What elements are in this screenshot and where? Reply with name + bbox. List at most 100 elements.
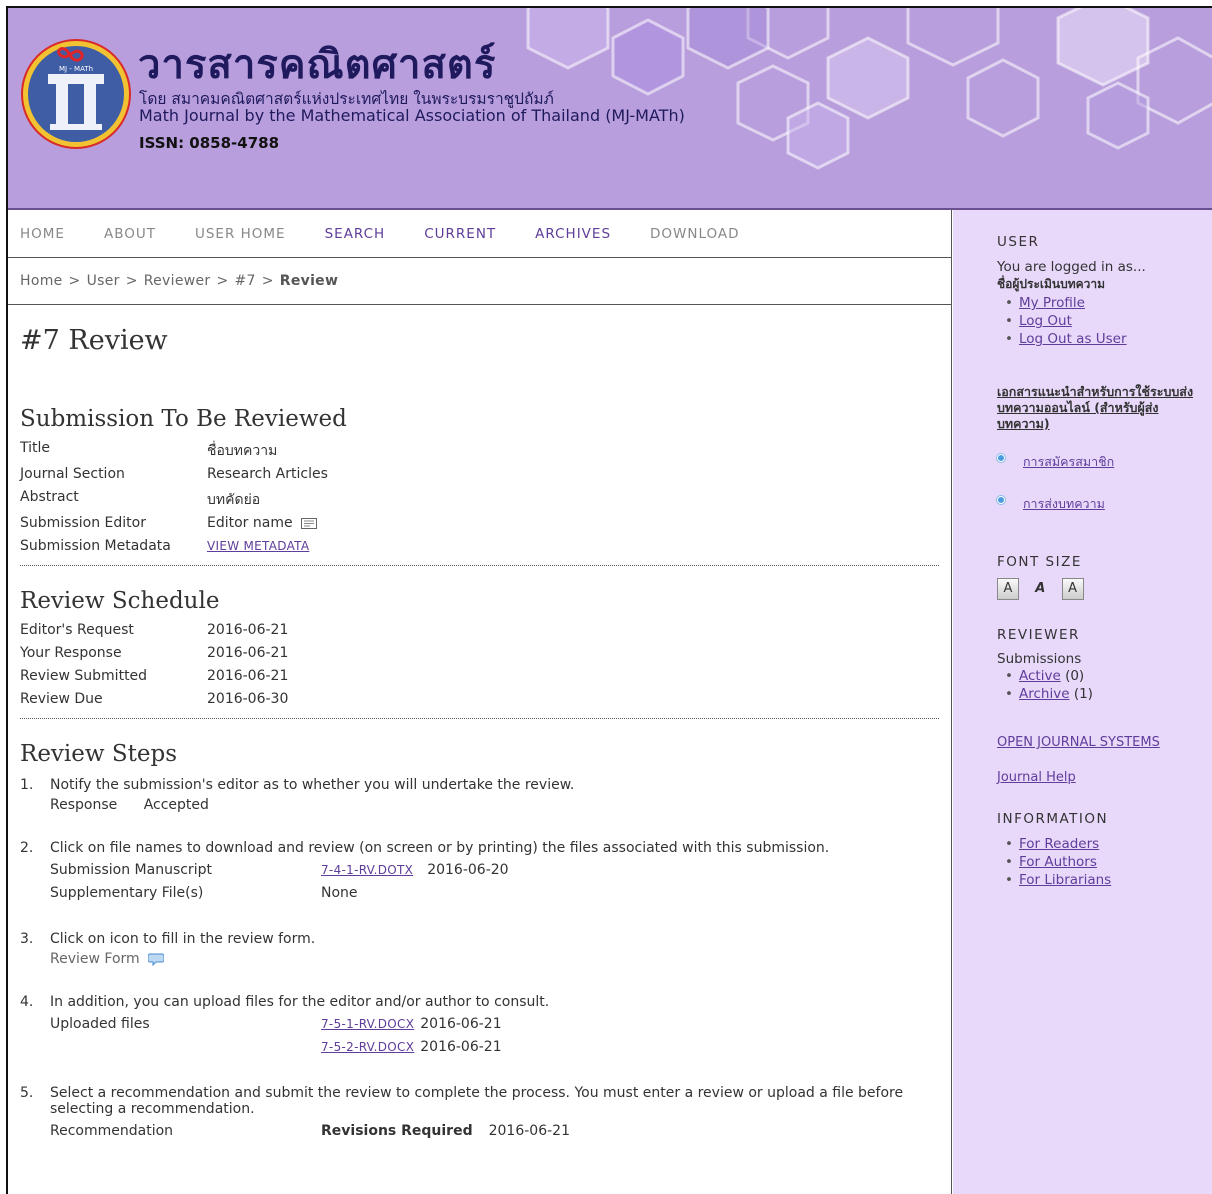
font-larger-icon[interactable]: A [1061, 578, 1084, 600]
nav-download[interactable]: DOWNLOAD [650, 226, 740, 242]
page-frame: MJ - MATh วารสารคณิตศาสตร์ โดย สมาคมคณิต… [6, 6, 1212, 1194]
row-value: 2016-06-21 [207, 668, 289, 684]
list-item: Archive (1) [1005, 685, 1212, 703]
main-content: HOME ABOUT USER HOME SEARCH CURRENT ARCH… [8, 210, 952, 1194]
nav-user-home[interactable]: USER HOME [195, 226, 286, 242]
logged-in-text: You are logged in as... [997, 259, 1146, 275]
submission-heading: Submission To Be Reviewed [20, 406, 347, 432]
journal-help-link[interactable]: Journal Help [997, 770, 1076, 785]
for-authors-link[interactable]: For Authors [1019, 854, 1097, 870]
font-default-icon[interactable]: A [1029, 579, 1051, 601]
table-row: Abstract บทคัดย่อ [20, 487, 328, 513]
row-value: Editor name [207, 513, 328, 536]
breadcrumb-home[interactable]: Home [20, 273, 63, 289]
sidebar: USER You are logged in as... ชื่อผู้ประเ… [953, 210, 1212, 1194]
list-item: For Readers [1005, 835, 1212, 853]
bullet-icon [997, 454, 1005, 462]
recommendation-value: Revisions Required [321, 1122, 473, 1139]
schedule-heading: Review Schedule [20, 588, 220, 614]
breadcrumb-submission[interactable]: #7 [235, 273, 256, 289]
row-value: 2016-06-30 [207, 691, 289, 707]
email-icon[interactable] [301, 517, 318, 529]
uploaded-files-label: Uploaded files [50, 1015, 150, 1032]
breadcrumb-current[interactable]: Review [280, 273, 338, 289]
nav-archives[interactable]: ARCHIVES [535, 226, 611, 242]
log-out-as-user-link[interactable]: Log Out as User [1019, 331, 1127, 347]
uploaded-file-link[interactable]: 7-5-2-RV.DOCX [321, 1040, 414, 1054]
breadcrumb-reviewer[interactable]: Reviewer [144, 273, 211, 289]
recommendation-label: Recommendation [50, 1122, 174, 1139]
active-link[interactable]: Active [1019, 668, 1061, 684]
nav-current[interactable]: CURRENT [424, 226, 496, 242]
list-item: Log Out [1005, 312, 1212, 330]
guide-item: การสมัครสมาชิก [997, 452, 1212, 472]
table-row: Review Due 2016-06-30 [20, 689, 288, 712]
archive-link[interactable]: Archive [1019, 686, 1070, 702]
submission-section: Submission To Be Reviewed Title ชื่อบทคว… [20, 406, 939, 559]
font-smaller-icon[interactable]: A [997, 578, 1019, 600]
list-item: Supplementary File(s) None [50, 881, 939, 904]
row-value: 2016-06-21 [207, 645, 289, 661]
response-value: Accepted [143, 797, 209, 813]
information-links: For Readers For Authors For Librarians [997, 835, 1212, 889]
uploaded-file-date: 2016-06-21 [420, 1038, 502, 1055]
step-number: 5. [20, 1085, 34, 1101]
recommendation-date: 2016-06-21 [488, 1122, 570, 1139]
user-links: My Profile Log Out Log Out as User [997, 294, 1212, 348]
list-item: For Authors [1005, 853, 1212, 871]
journal-logo: MJ - MATh [21, 39, 131, 149]
breadcrumb-separator: > [216, 273, 229, 289]
list-item: Recommendation Revisions Required 2016-0… [50, 1119, 939, 1142]
submit-article-link[interactable]: การส่งบทความ [1023, 496, 1105, 511]
breadcrumb-user[interactable]: User [87, 273, 120, 289]
row-value: 2016-06-21 [207, 622, 289, 638]
breadcrumb-separator: > [68, 273, 81, 289]
table-row: Submission Editor Editor name [20, 513, 328, 536]
top-nav: HOME ABOUT USER HOME SEARCH CURRENT ARCH… [8, 210, 951, 258]
response-label: Response [50, 797, 118, 813]
step-text: Select a recommendation and submit the r… [50, 1085, 904, 1117]
row-label: Abstract [20, 489, 79, 505]
active-count: (0) [1065, 668, 1085, 684]
row-value: บทคัดย่อ [207, 492, 261, 508]
table-row: Journal Section Research Articles [20, 464, 328, 487]
content-body: #7 Review Submission To Be Reviewed Titl… [8, 325, 951, 1142]
row-label: Your Response [20, 645, 122, 661]
for-readers-link[interactable]: For Readers [1019, 836, 1099, 852]
table-row: Your Response 2016-06-21 [20, 643, 288, 666]
list-item: Submission Manuscript 7-4-1-RV.DOTX 2016… [50, 858, 939, 881]
step-5: 5. Select a recommendation and submit the… [20, 1085, 939, 1142]
my-profile-link[interactable]: My Profile [1019, 295, 1085, 311]
uploaded-file-link[interactable]: 7-5-1-RV.DOCX [321, 1017, 414, 1031]
issn: ISSN: 0858-4788 [139, 134, 280, 152]
step-text: Click on icon to fill in the review form… [50, 931, 316, 947]
divider [20, 565, 939, 566]
ojs-link[interactable]: OPEN JOURNAL SYSTEMS [997, 735, 1160, 750]
log-out-link[interactable]: Log Out [1019, 313, 1072, 329]
review-form-icon[interactable] [148, 952, 165, 966]
view-metadata-link[interactable]: VIEW METADATA [207, 539, 309, 553]
row-label: Title [20, 440, 51, 456]
nav-home[interactable]: HOME [20, 226, 65, 242]
review-form-label: Review Form [50, 951, 140, 967]
step-1: 1. Notify the submission's editor as to w… [20, 777, 939, 813]
logo-text: MJ - MATh [59, 65, 93, 73]
step-4: 4. In addition, you can upload files for … [20, 994, 939, 1058]
guide-link[interactable]: เอกสารแนะนำสำหรับการใช้ระบบส่งบทความออนไ… [997, 384, 1193, 431]
reviewer-links: Active (0) Archive (1) [997, 667, 1212, 703]
row-label: Submission Editor [20, 515, 146, 531]
breadcrumb-separator: > [125, 273, 138, 289]
table-row: Review Submitted 2016-06-21 [20, 666, 288, 689]
register-link[interactable]: การสมัครสมาชิก [1023, 454, 1114, 469]
list-item: Uploaded files 7-5-1-RV.DOCX 2016-06-21 [50, 1012, 939, 1035]
schedule-table: Editor's Request 2016-06-21 Your Respons… [20, 620, 288, 712]
nav-about[interactable]: ABOUT [104, 226, 156, 242]
uploaded-file-date: 2016-06-21 [420, 1015, 502, 1032]
bullet-icon [997, 496, 1005, 504]
step-3: 3. Click on icon to fill in the review fo… [20, 931, 939, 967]
for-librarians-link[interactable]: For Librarians [1019, 872, 1111, 888]
nav-search[interactable]: SEARCH [325, 226, 386, 242]
manuscript-file-link[interactable]: 7-4-1-RV.DOTX [321, 863, 413, 877]
table-row: Editor's Request 2016-06-21 [20, 620, 288, 643]
step-2: 2. Click on file names to download and re… [20, 840, 939, 904]
